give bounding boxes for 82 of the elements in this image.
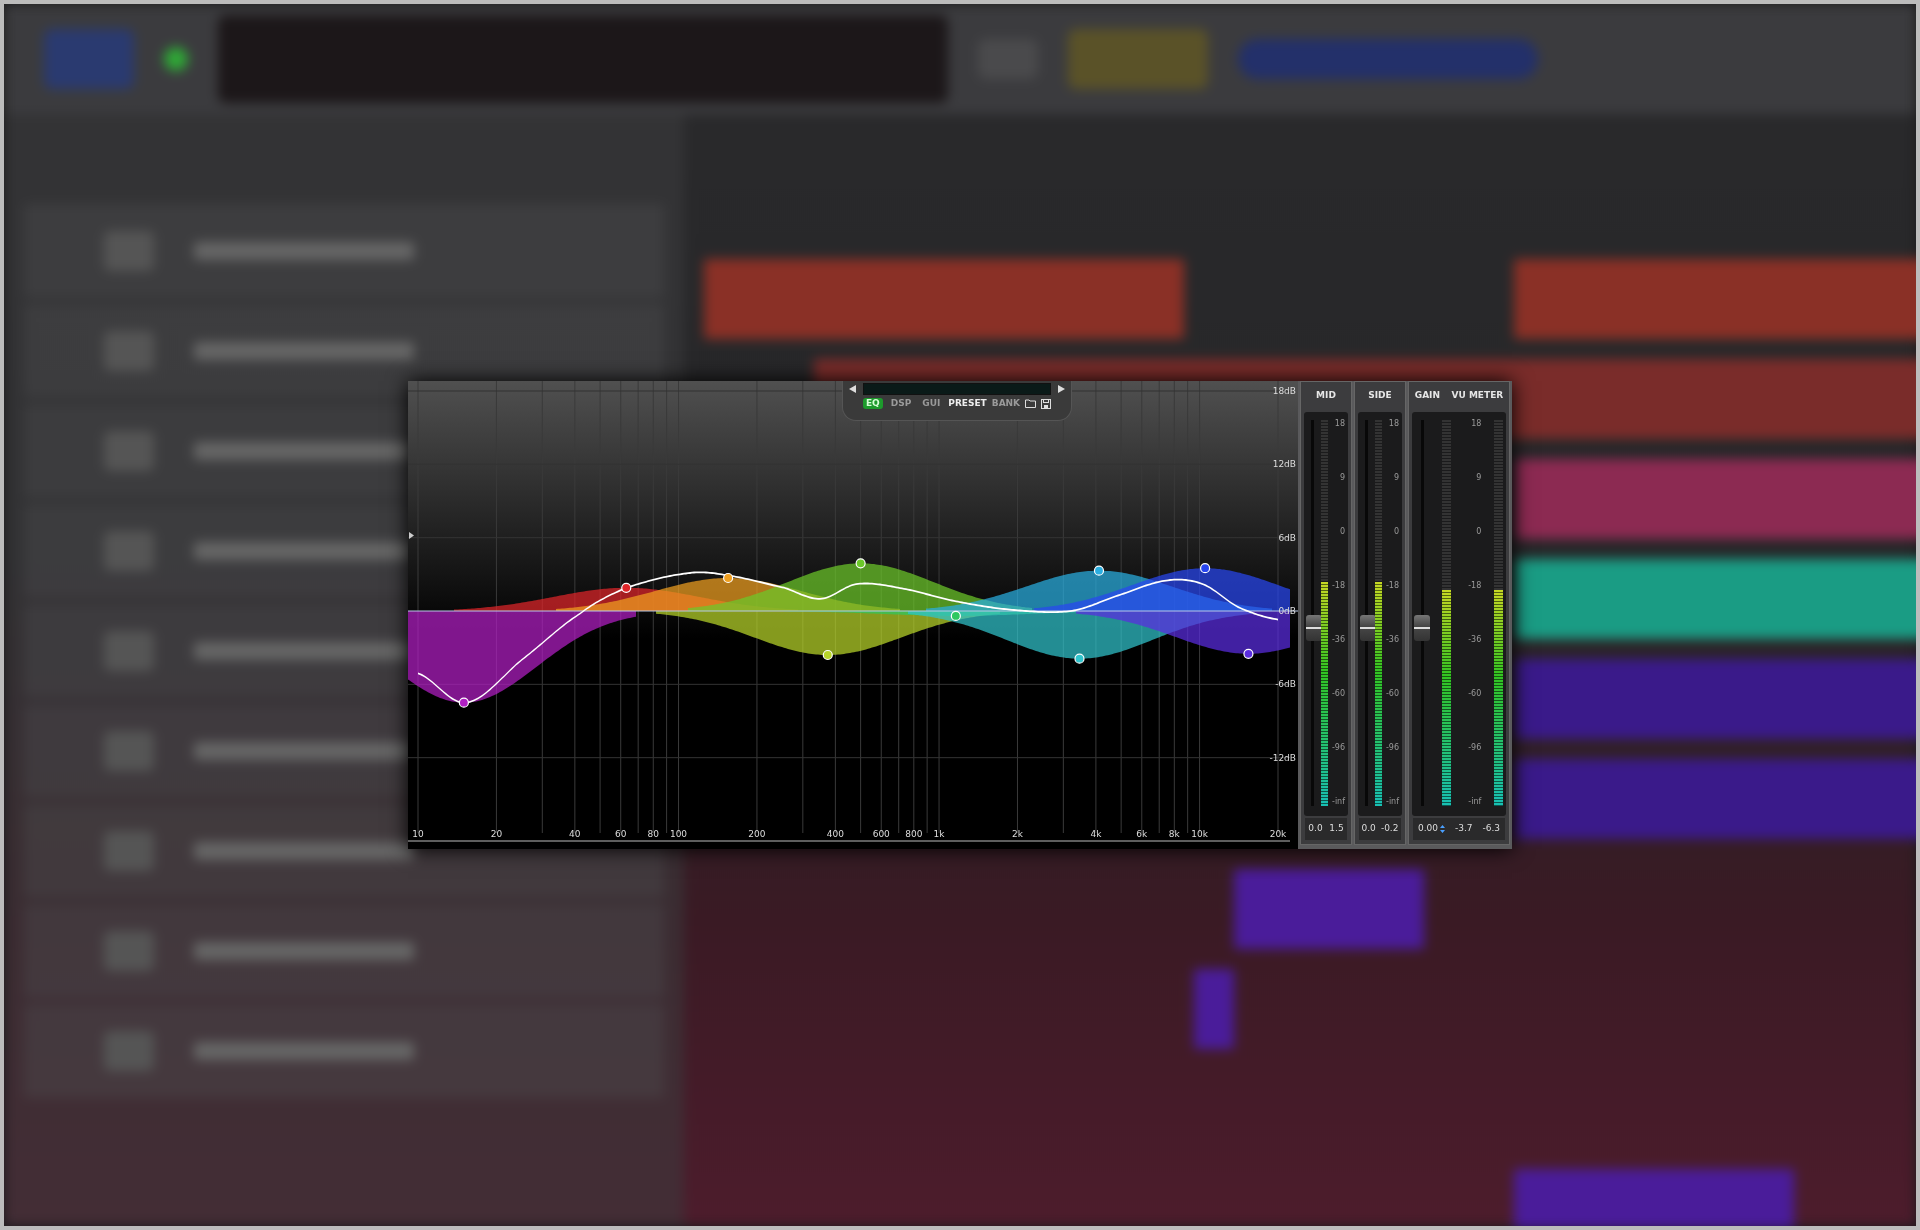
frequency-label: 6k	[1136, 829, 1148, 839]
scale-label: 18	[1387, 420, 1399, 428]
reading-value: -0.2	[1380, 822, 1399, 836]
band-node[interactable]	[458, 697, 469, 708]
scale-label: -18	[1330, 582, 1345, 590]
scale-label: 0	[1475, 528, 1482, 536]
scale-label: -inf	[1385, 798, 1399, 806]
scale-label: 18	[1333, 420, 1345, 428]
tab[interactable]: EQ	[862, 398, 883, 409]
frequency-label: 80	[647, 829, 659, 839]
scale-label: -inf	[1331, 798, 1345, 806]
scale-label: 9	[1392, 474, 1399, 482]
scale-label: 0	[1338, 528, 1345, 536]
gain-label: -6dB	[1275, 679, 1296, 690]
scale-label: -36	[1467, 636, 1482, 644]
frequency-label: 800	[905, 829, 923, 839]
band-node[interactable]	[1243, 648, 1254, 659]
reading-value: -3.7	[1454, 822, 1473, 836]
spin-arrows-icon[interactable]	[1439, 825, 1445, 833]
band-node[interactable]	[950, 610, 961, 621]
scale-label: -96	[1384, 744, 1399, 752]
reading-value: -6.3	[1482, 822, 1500, 836]
reading-value: 0.00	[1417, 822, 1438, 836]
scale-label: -60	[1330, 690, 1345, 698]
frequency-label: 10k	[1191, 829, 1208, 839]
frequency-label: 600	[872, 829, 890, 839]
scale-label: -96	[1467, 744, 1482, 752]
fader-handle[interactable]	[1306, 615, 1322, 642]
scale-label: -18	[1384, 582, 1399, 590]
reading-value: 0.0	[1361, 822, 1376, 836]
band-node[interactable]	[1074, 653, 1085, 664]
frequency-label: 60	[615, 829, 627, 839]
fader-handle[interactable]	[1414, 615, 1430, 642]
frequency-label: 20k	[1269, 829, 1287, 839]
frequency-label: 40	[569, 829, 581, 839]
folder-icon[interactable]	[1025, 399, 1037, 408]
gain-label: 6dB	[1278, 532, 1296, 543]
reading-value: 1.5	[1329, 822, 1344, 836]
save-icon[interactable]	[1041, 398, 1052, 409]
scale-label: 18	[1470, 420, 1482, 428]
marker-triangle-icon[interactable]	[409, 532, 414, 539]
scale-label: 9	[1475, 474, 1482, 482]
band-node[interactable]	[1200, 563, 1211, 574]
band-node[interactable]	[1093, 565, 1105, 576]
frequency-label: 100	[669, 829, 688, 839]
frequency-label: 20	[490, 829, 503, 839]
scale-label: -36	[1330, 636, 1345, 644]
gain-label: -12dB	[1269, 752, 1296, 763]
band-node[interactable]	[723, 572, 734, 584]
frequency-label: 400	[826, 829, 844, 839]
scale-label: -96	[1330, 744, 1345, 752]
gain-label: 12dB	[1272, 459, 1296, 470]
fader-handle[interactable]	[1360, 615, 1376, 642]
frequency-label: 10	[412, 829, 424, 839]
strip-title: MID	[1316, 389, 1336, 403]
band-node[interactable]	[855, 558, 866, 569]
frequency-label: 2k	[1012, 829, 1023, 839]
strip-title: GAIN	[1414, 389, 1440, 403]
band-node[interactable]	[822, 649, 833, 661]
scale-label: 0	[1392, 528, 1399, 536]
reading-value: 0.0	[1308, 822, 1323, 836]
gain-label: 18dB	[1272, 386, 1296, 396]
strip-title: SIDE	[1368, 389, 1392, 403]
scale-label: 9	[1338, 474, 1345, 482]
frequency-label: 4k	[1090, 829, 1102, 839]
scale-label: -18	[1467, 582, 1482, 590]
previous-arrow-icon[interactable]	[849, 385, 857, 393]
scale-label: -36	[1384, 636, 1399, 644]
mode-toggle[interactable]: PRESET	[948, 399, 987, 408]
frequency-label: 1k	[933, 829, 945, 839]
frequency-label: 8k	[1168, 829, 1180, 839]
frequency-label: 200	[748, 829, 766, 839]
strip-title: VU METER	[1451, 389, 1504, 403]
next-arrow-icon[interactable]	[1057, 385, 1065, 393]
mode-toggle[interactable]: BANK	[991, 399, 1021, 408]
scale-label: -inf	[1467, 798, 1482, 806]
tab[interactable]: DSP	[887, 398, 915, 409]
tab[interactable]: GUI	[919, 398, 944, 409]
scale-label: -60	[1467, 690, 1482, 698]
gain-label: 0dB	[1278, 606, 1296, 616]
band-node[interactable]	[621, 582, 632, 593]
scale-label: -60	[1384, 690, 1399, 698]
